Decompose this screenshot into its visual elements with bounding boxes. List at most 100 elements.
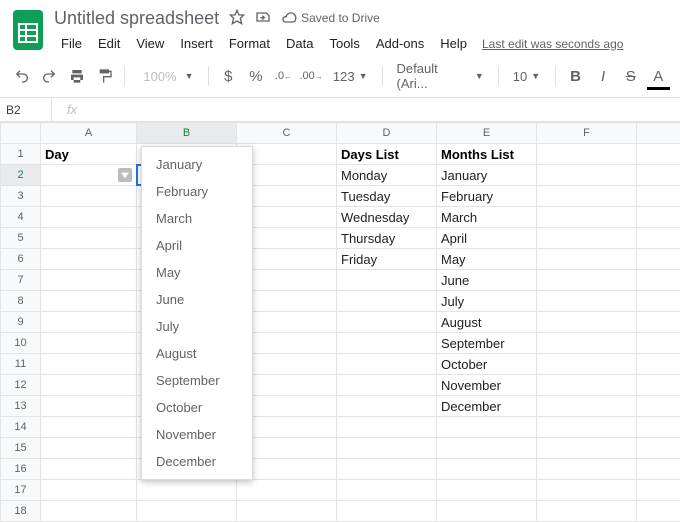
menu-view[interactable]: View xyxy=(129,32,171,55)
dropdown-item[interactable]: June xyxy=(142,286,252,313)
cell-E3[interactable]: February xyxy=(437,186,537,207)
cell-G7[interactable] xyxy=(637,270,680,291)
cell-F13[interactable] xyxy=(537,396,637,417)
dropdown-item[interactable]: October xyxy=(142,394,252,421)
cell-G18[interactable] xyxy=(637,501,680,522)
cell-E8[interactable]: July xyxy=(437,291,537,312)
cell-F4[interactable] xyxy=(537,207,637,228)
dropdown-item[interactable]: February xyxy=(142,178,252,205)
menu-addons[interactable]: Add-ons xyxy=(369,32,431,55)
cell-F7[interactable] xyxy=(537,270,637,291)
italic-button[interactable]: I xyxy=(591,64,615,88)
dropdown-item[interactable]: July xyxy=(142,313,252,340)
paint-format-button[interactable] xyxy=(93,64,117,88)
select-all-corner[interactable] xyxy=(1,123,41,144)
row-header-7[interactable]: 7 xyxy=(1,270,41,291)
cell-G15[interactable] xyxy=(637,438,680,459)
cell-E12[interactable]: November xyxy=(437,375,537,396)
cell-G8[interactable] xyxy=(637,291,680,312)
cell-G16[interactable] xyxy=(637,459,680,480)
cell-A2[interactable] xyxy=(41,165,137,186)
menu-format[interactable]: Format xyxy=(222,32,277,55)
cell-A17[interactable] xyxy=(41,480,137,501)
dropdown-item[interactable]: November xyxy=(142,421,252,448)
dropdown-item[interactable]: April xyxy=(142,232,252,259)
cell-G4[interactable] xyxy=(637,207,680,228)
dropdown-item[interactable]: May xyxy=(142,259,252,286)
cell-E15[interactable] xyxy=(437,438,537,459)
cell-A8[interactable] xyxy=(41,291,137,312)
cell-E11[interactable]: October xyxy=(437,354,537,375)
cell-D13[interactable] xyxy=(337,396,437,417)
undo-button[interactable] xyxy=(10,64,34,88)
text-color-button[interactable]: A xyxy=(647,64,671,88)
cell-G1[interactable] xyxy=(637,144,680,165)
cell-F6[interactable] xyxy=(537,249,637,270)
cell-D11[interactable] xyxy=(337,354,437,375)
menu-insert[interactable]: Insert xyxy=(173,32,220,55)
cell-E14[interactable] xyxy=(437,417,537,438)
dropdown-item[interactable]: September xyxy=(142,367,252,394)
cell-G9[interactable] xyxy=(637,312,680,333)
cell-A11[interactable] xyxy=(41,354,137,375)
menu-tools[interactable]: Tools xyxy=(322,32,366,55)
cell-G13[interactable] xyxy=(637,396,680,417)
row-header-14[interactable]: 14 xyxy=(1,417,41,438)
cell-D5[interactable]: Thursday xyxy=(337,228,437,249)
more-formats-combo[interactable]: 123▼ xyxy=(327,69,374,84)
cell-A5[interactable] xyxy=(41,228,137,249)
row-header-15[interactable]: 15 xyxy=(1,438,41,459)
cell-A16[interactable] xyxy=(41,459,137,480)
cell-F12[interactable] xyxy=(537,375,637,396)
cell-D15[interactable] xyxy=(337,438,437,459)
cell-B17[interactable] xyxy=(137,480,237,501)
cell-D16[interactable] xyxy=(337,459,437,480)
move-icon[interactable] xyxy=(255,9,271,28)
cell-D14[interactable] xyxy=(337,417,437,438)
print-button[interactable] xyxy=(65,64,89,88)
cell-F14[interactable] xyxy=(537,417,637,438)
font-family-combo[interactable]: Default (Ari...▼ xyxy=(391,61,490,91)
col-header-F[interactable]: F xyxy=(537,123,637,144)
cell-A7[interactable] xyxy=(41,270,137,291)
cell-A3[interactable] xyxy=(41,186,137,207)
cell-D1[interactable]: Days List xyxy=(337,144,437,165)
row-header-18[interactable]: 18 xyxy=(1,501,41,522)
increase-decimal-button[interactable]: .00→ xyxy=(299,64,323,88)
row-header-1[interactable]: 1 xyxy=(1,144,41,165)
row-header-5[interactable]: 5 xyxy=(1,228,41,249)
cell-E2[interactable]: January xyxy=(437,165,537,186)
cell-D9[interactable] xyxy=(337,312,437,333)
cell-A14[interactable] xyxy=(41,417,137,438)
row-header-13[interactable]: 13 xyxy=(1,396,41,417)
cell-G5[interactable] xyxy=(637,228,680,249)
cell-F11[interactable] xyxy=(537,354,637,375)
cell-E7[interactable]: June xyxy=(437,270,537,291)
cell-G10[interactable] xyxy=(637,333,680,354)
doc-title[interactable]: Untitled spreadsheet xyxy=(54,8,219,29)
cell-F2[interactable] xyxy=(537,165,637,186)
cell-F16[interactable] xyxy=(537,459,637,480)
row-header-17[interactable]: 17 xyxy=(1,480,41,501)
cell-C17[interactable] xyxy=(237,480,337,501)
cell-G12[interactable] xyxy=(637,375,680,396)
cell-E5[interactable]: April xyxy=(437,228,537,249)
cell-A1[interactable]: Day xyxy=(41,144,137,165)
cell-E4[interactable]: March xyxy=(437,207,537,228)
format-currency-button[interactable]: $ xyxy=(217,64,241,88)
menu-file[interactable]: File xyxy=(54,32,89,55)
cell-E1[interactable]: Months List xyxy=(437,144,537,165)
cell-E9[interactable]: August xyxy=(437,312,537,333)
cell-G11[interactable] xyxy=(637,354,680,375)
cell-A10[interactable] xyxy=(41,333,137,354)
data-validation-dropdown[interactable]: JanuaryFebruaryMarchAprilMayJuneJulyAugu… xyxy=(141,146,253,480)
row-header-12[interactable]: 12 xyxy=(1,375,41,396)
cell-A13[interactable] xyxy=(41,396,137,417)
star-icon[interactable] xyxy=(229,9,245,28)
strikethrough-button[interactable]: S xyxy=(619,64,643,88)
cell-D17[interactable] xyxy=(337,480,437,501)
cell-E17[interactable] xyxy=(437,480,537,501)
format-percent-button[interactable]: % xyxy=(244,64,268,88)
cell-D12[interactable] xyxy=(337,375,437,396)
cell-F10[interactable] xyxy=(537,333,637,354)
